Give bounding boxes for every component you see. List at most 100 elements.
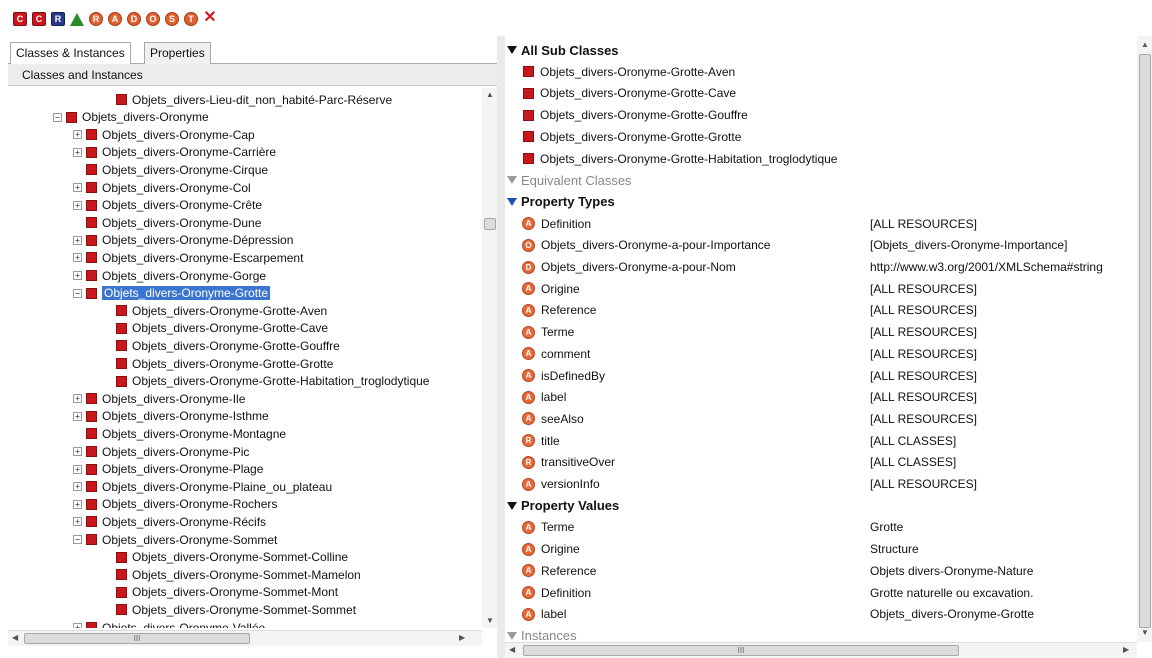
tree-node[interactable]: + Objets_divers-Oronyme-Plage [73,461,263,478]
add-rdf-property-button[interactable]: R [89,12,103,26]
tree-node[interactable]: Objets_divers-Oronyme-Grotte-Habitation_… [116,373,429,390]
add-individual-button[interactable] [70,12,84,26]
expand-icon[interactable]: + [73,482,82,492]
expand-icon[interactable]: + [73,183,82,192]
horizontal-scroll-thumb[interactable]: III [24,633,250,644]
tree-node[interactable]: Objets_divers-Oronyme-Grotte-Gouffre [116,337,340,354]
expand-icon[interactable]: + [73,147,82,157]
property-type-row[interactable]: Acomment [ALL RESOURCES] [505,344,1137,364]
tree-node[interactable]: + Objets_divers-Oronyme-Escarpement [73,249,303,266]
tree-horizontal-scrollbar[interactable]: ◀ III ▶ [8,630,482,646]
tree-node[interactable]: + Objets_divers-Oronyme-Vallée [73,619,265,628]
tree-node[interactable]: Objets_divers-Oronyme-Sommet-Mamelon [116,566,361,583]
tab-classes-instances[interactable]: Classes & Instances [10,42,131,65]
property-type-row[interactable]: AversionInfo [ALL RESOURCES] [505,474,1137,494]
expand-icon[interactable]: + [73,253,82,263]
add-object-property-button[interactable]: O [146,12,160,26]
tab-properties[interactable]: Properties [144,42,211,64]
collapse-icon[interactable]: − [53,112,62,122]
sub-class-item[interactable]: Objets_divers-Oronyme-Grotte-Aven [505,62,1137,82]
tree-node[interactable]: Objets_divers-Oronyme-Sommet-Sommet [116,601,356,618]
expand-icon[interactable]: + [73,447,82,456]
tree-node[interactable]: + Objets_divers-Oronyme-Isthme [73,408,269,425]
expand-icon[interactable]: + [73,623,82,628]
tree-node[interactable]: Objets_divers-Oronyme-Montagne [86,425,286,442]
add-datatype-property-button[interactable]: D [127,12,141,26]
sub-class-item[interactable]: Objets_divers-Oronyme-Grotte-Grotte [505,127,1137,147]
tree-vertical-scrollbar[interactable]: ▲ ▼ [482,88,497,628]
tree-node[interactable]: + Objets_divers-Oronyme-Ile [73,390,245,407]
scroll-up-icon[interactable]: ▲ [1141,40,1149,49]
tree-node[interactable]: + Objets_divers-Oronyme-Récifs [73,513,266,530]
property-type-row[interactable]: A Origine [ALL RESOURCES] [505,279,1137,299]
scroll-right-icon[interactable]: ▶ [459,633,465,642]
tree-node[interactable]: + Objets_divers-Oronyme-Dépression [73,232,293,249]
sub-class-item[interactable]: Objets_divers-Oronyme-Grotte-Habitation_… [505,149,1137,169]
tree-node[interactable]: Objets_divers-Lieu-dit_non_habité-Parc-R… [116,91,392,108]
property-type-row[interactable]: O Objets_divers-Oronyme-a-pour-Importance… [505,235,1137,255]
property-value-row[interactable]: A Terme Grotte [505,517,1137,537]
add-annotation-property-button[interactable]: A [108,12,122,26]
expand-icon[interactable]: + [73,235,82,245]
property-value-row[interactable]: A Origine Structure [505,539,1137,559]
collapse-icon[interactable]: − [73,535,82,544]
property-type-row[interactable]: AisDefinedBy [ALL RESOURCES] [505,366,1137,386]
tree-node[interactable]: + Objets_divers-Oronyme-Plaine_ou_plateau [73,478,332,495]
property-type-row[interactable]: AseeAlso [ALL RESOURCES] [505,409,1137,429]
tree-node[interactable]: + Objets_divers-Oronyme-Rochers [73,496,277,513]
expand-icon[interactable]: + [73,130,82,140]
collapse-triangle-icon[interactable] [507,631,517,640]
property-type-row[interactable]: RtransitiveOver [ALL CLASSES] [505,452,1137,472]
scroll-down-icon[interactable]: ▼ [1141,628,1149,637]
scroll-left-icon[interactable]: ◀ [509,645,515,654]
tree-node[interactable]: Objets_divers-Oronyme-Grotte-Aven [116,302,327,319]
expand-icon[interactable]: + [73,499,82,509]
property-value-row[interactable]: Alabel Objets_divers-Oronyme-Grotte [505,604,1137,624]
panel-splitter[interactable] [497,36,505,658]
tree-node[interactable]: − Objets_divers-Oronyme [53,109,209,126]
section-property-values[interactable]: Property Values [505,496,1137,516]
tree-node[interactable]: Objets_divers-Oronyme-Dune [86,214,261,231]
expand-icon[interactable]: + [73,271,82,280]
tree-node[interactable]: + Objets_divers-Oronyme-Crête [73,197,262,214]
sub-class-item[interactable]: Objets_divers-Oronyme-Grotte-Cave [505,83,1137,103]
section-all-sub-classes[interactable]: All Sub Classes [505,40,1137,60]
sub-class-item[interactable]: Objets_divers-Oronyme-Grotte-Gouffre [505,105,1137,125]
collapse-icon[interactable]: − [73,288,82,298]
section-property-types[interactable]: Property Types [505,192,1137,212]
collapse-triangle-icon[interactable] [507,197,517,206]
collapse-triangle-icon[interactable] [507,46,517,54]
tree-node-selected[interactable]: − Objets_divers-Oronyme-Grotte [73,285,271,302]
add-transitive-property-button[interactable]: T [184,12,198,26]
scroll-thumb[interactable] [1139,54,1151,628]
details-vertical-scrollbar[interactable]: ▲ ▼ [1137,36,1152,642]
scroll-up-icon[interactable]: ▲ [486,90,494,99]
tree-node[interactable]: − Objets_divers-Oronyme-Sommet [73,531,277,548]
class-tree[interactable]: Objets_divers-Lieu-dit_non_habité-Parc-R… [8,86,482,628]
collapse-triangle-icon[interactable] [507,501,517,510]
section-equivalent-classes[interactable]: Equivalent Classes [505,170,1137,190]
collapse-triangle-icon[interactable] [507,176,517,185]
tree-node[interactable]: + Objets_divers-Oronyme-Col [73,179,251,196]
horizontal-scroll-thumb[interactable]: III [523,645,959,656]
tree-node[interactable]: + Objets_divers-Oronyme-Gorge [73,267,266,284]
tree-node[interactable]: Objets_divers-Oronyme-Grotte-Cave [116,320,328,337]
property-type-row[interactable]: Alabel [ALL RESOURCES] [505,387,1137,407]
property-type-row[interactable]: D Objets_divers-Oronyme-a-pour-Nom http://… [505,257,1137,277]
section-instances[interactable]: Instances [505,626,1137,646]
scroll-right-icon[interactable]: ▶ [1123,645,1129,654]
scroll-left-icon[interactable]: ◀ [12,633,18,642]
tree-node[interactable]: Objets_divers-Oronyme-Cirque [86,161,268,178]
expand-icon[interactable]: + [73,464,82,474]
property-type-row[interactable]: A Reference [ALL RESOURCES] [505,300,1137,320]
tree-node[interactable]: + Objets_divers-Oronyme-Carrière [73,144,276,161]
delete-class-button[interactable]: C [32,12,46,26]
property-type-row[interactable]: A Definition [ALL RESOURCES] [505,214,1137,234]
tree-node[interactable]: Objets_divers-Oronyme-Sommet-Mont [116,584,338,601]
scroll-thumb[interactable] [484,218,496,230]
tree-node[interactable]: + Objets_divers-Oronyme-Cap [73,126,255,143]
property-value-row[interactable]: A Reference Objets divers-Oronyme-Nature [505,561,1137,581]
tree-node[interactable]: Objets_divers-Oronyme-Grotte-Grotte [116,355,333,372]
remove-close-icon[interactable]: ✕ [203,9,217,26]
expand-icon[interactable]: + [73,411,82,421]
